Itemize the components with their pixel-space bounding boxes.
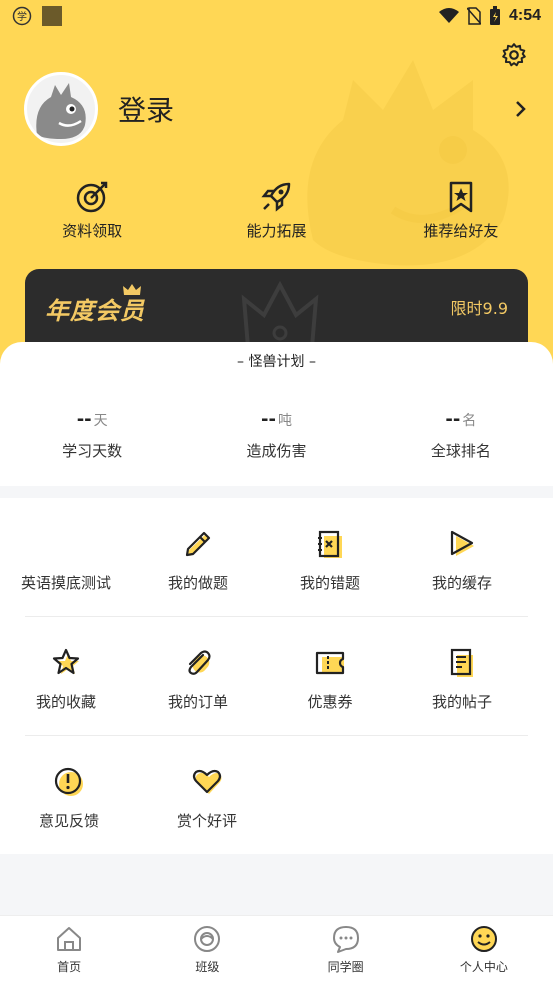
tab-classmates[interactable]: 同学圈 bbox=[277, 916, 415, 983]
coupon-icon bbox=[315, 651, 345, 675]
target-icon bbox=[76, 181, 108, 213]
tab-label: 班级 bbox=[195, 960, 220, 974]
vip-price: 限时9.9 bbox=[450, 299, 508, 318]
bookmark-star-icon bbox=[449, 181, 473, 213]
wrong-notebook-icon bbox=[318, 530, 342, 558]
heart-icon bbox=[192, 769, 222, 794]
stat-unit: 名 bbox=[462, 413, 477, 429]
login-label[interactable]: 登录 bbox=[118, 89, 174, 129]
learn-icon: 学 bbox=[12, 6, 32, 26]
stat-value: -- bbox=[445, 409, 461, 430]
stat-unit: 吨 bbox=[277, 413, 292, 429]
tab-label: 个人中心 bbox=[459, 960, 508, 974]
tab-label: 首页 bbox=[57, 960, 82, 974]
crown-icon bbox=[123, 284, 141, 295]
menu-coupons[interactable]: 优惠券 bbox=[264, 617, 396, 735]
menu-rate-us[interactable]: 赏个好评 bbox=[138, 736, 276, 855]
paperclip-icon bbox=[188, 650, 211, 675]
status-time: 4:54 bbox=[508, 7, 541, 24]
menu-label: 我的错题 bbox=[299, 574, 360, 592]
chevron-right-icon[interactable] bbox=[513, 98, 529, 120]
document-icon bbox=[450, 648, 473, 677]
grid-row: 意见反馈 赏个好评 bbox=[25, 736, 528, 855]
menu-my-posts[interactable]: 我的帖子 bbox=[396, 617, 528, 735]
quick-action-recommend[interactable]: 推荐给好友 bbox=[369, 180, 553, 241]
pencil-icon bbox=[185, 531, 211, 557]
menu-label: 赏个好评 bbox=[176, 812, 237, 830]
class-icon bbox=[194, 926, 221, 952]
vip-title: 年度会员 bbox=[45, 297, 145, 325]
tab-profile[interactable]: 个人中心 bbox=[415, 916, 553, 983]
stat-label: 全球排名 bbox=[430, 442, 491, 460]
menu-label: 我的做题 bbox=[167, 574, 228, 592]
bottom-tab-bar: 首页 班级 同学圈 个人中心 bbox=[0, 915, 553, 983]
stat-damage: -- 吨 造成伤害 bbox=[184, 409, 368, 461]
dash-left: – bbox=[237, 354, 249, 370]
profile-login[interactable]: 登录 bbox=[24, 72, 174, 146]
gear-icon[interactable] bbox=[501, 42, 527, 68]
menu-my-cache[interactable]: 我的缓存 bbox=[396, 498, 528, 616]
menu-label: 英语摸底测试 bbox=[20, 574, 111, 592]
menu-english-test[interactable]: 英语摸底测试 bbox=[0, 498, 132, 616]
exclamation-icon bbox=[54, 767, 83, 796]
wifi-icon bbox=[438, 8, 459, 23]
tab-label: 同学圈 bbox=[327, 960, 364, 974]
menu-wrong-questions[interactable]: 我的错题 bbox=[264, 498, 396, 616]
grid-row: 我的收藏 我的订单 优惠券 我的帖子 bbox=[25, 617, 528, 736]
rocket-icon bbox=[261, 182, 291, 212]
monster-plan-card: – 怪兽计划 – -- 天 学习天数 -- 吨 造成伤害 -- 名 全球排名 bbox=[0, 342, 553, 486]
menu-label: 意见反馈 bbox=[38, 812, 99, 830]
status-bar: 学 4:54 bbox=[0, 0, 553, 32]
menu-my-exercises[interactable]: 我的做题 bbox=[132, 498, 264, 616]
tab-class[interactable]: 班级 bbox=[138, 916, 276, 983]
quick-action-extension[interactable]: 能力拓展 bbox=[184, 180, 368, 241]
quick-action-label: 推荐给好友 bbox=[423, 222, 499, 240]
svg-text:学: 学 bbox=[17, 10, 27, 23]
dino-avatar-icon bbox=[36, 83, 86, 139]
menu-label: 我的缓存 bbox=[431, 574, 492, 592]
menu-label: 优惠券 bbox=[307, 693, 353, 711]
quick-action-label: 能力拓展 bbox=[246, 222, 307, 240]
feature-grid: 英语摸底测试 我的做题 我的错题 我的缓存 我的收藏 我的订单 优惠券 我的帖子… bbox=[0, 498, 553, 854]
menu-label: 我的订单 bbox=[167, 693, 228, 711]
no-sim-icon bbox=[466, 7, 481, 25]
dash-right: – bbox=[304, 354, 316, 370]
stats-title: 怪兽计划 bbox=[248, 354, 305, 370]
stat-label: 造成伤害 bbox=[246, 442, 307, 460]
chat-icon bbox=[332, 926, 359, 953]
menu-favorites[interactable]: 我的收藏 bbox=[0, 617, 132, 735]
star-icon bbox=[52, 648, 80, 675]
stats-header: – 怪兽计划 – bbox=[0, 342, 553, 371]
avatar[interactable] bbox=[24, 72, 98, 146]
play-icon bbox=[450, 530, 474, 556]
quick-action-label: 资料领取 bbox=[62, 222, 123, 240]
stat-value: -- bbox=[76, 409, 92, 430]
grid-row: 英语摸底测试 我的做题 我的错题 我的缓存 bbox=[21, 498, 528, 617]
quick-actions: 资料领取 能力拓展 推荐给好友 bbox=[0, 180, 553, 241]
stat-unit: 天 bbox=[93, 413, 108, 429]
home-icon bbox=[57, 927, 82, 951]
stat-global-rank: -- 名 全球排名 bbox=[369, 409, 553, 461]
stat-value: -- bbox=[261, 409, 276, 430]
menu-label: 我的收藏 bbox=[35, 693, 96, 711]
profile-header: 学 4:54 登录 资料领取 能力拓展 推荐给好友 年度会员 限时9.9 bbox=[0, 0, 553, 400]
smile-face-icon bbox=[470, 926, 497, 952]
app-square-icon bbox=[42, 6, 62, 26]
crown-watermark-icon bbox=[241, 280, 319, 349]
tab-home[interactable]: 首页 bbox=[0, 916, 138, 983]
menu-label: 我的帖子 bbox=[431, 693, 492, 711]
stat-label: 学习天数 bbox=[62, 442, 123, 460]
menu-orders[interactable]: 我的订单 bbox=[132, 617, 264, 735]
menu-feedback[interactable]: 意见反馈 bbox=[0, 736, 138, 855]
battery-icon bbox=[489, 6, 500, 25]
quick-action-materials[interactable]: 资料领取 bbox=[0, 180, 184, 241]
stat-study-days: -- 天 学习天数 bbox=[0, 409, 184, 461]
